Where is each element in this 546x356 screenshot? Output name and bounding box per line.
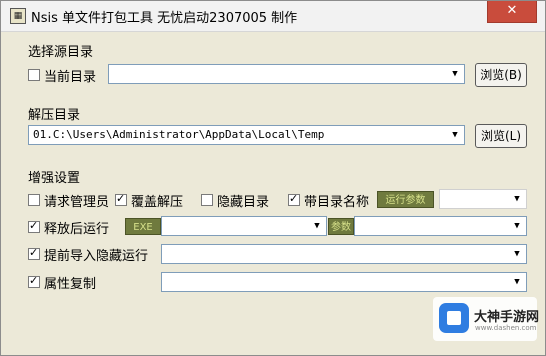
current-dir-checkbox[interactable] xyxy=(28,69,40,81)
preimport-checkbox[interactable] xyxy=(28,246,40,260)
preimport-combo[interactable]: ▼ xyxy=(161,244,527,264)
main-window: ▦ Nsis 单文件打包工具 无忧启动2307005 制作 ✕ 选择源目录 当前… xyxy=(0,0,546,356)
browse-source-button[interactable]: 浏览(B) xyxy=(475,63,527,87)
window-title: Nsis 单文件打包工具 无忧启动2307005 制作 xyxy=(31,11,298,26)
browse-extract-button[interactable]: 浏览(L) xyxy=(475,124,527,148)
app-icon: ▦ xyxy=(10,8,26,24)
source-dir-combo[interactable]: ▼ xyxy=(108,64,465,84)
attr-copy-combo[interactable]: ▼ xyxy=(161,272,527,292)
chevron-down-icon[interactable]: ▼ xyxy=(510,275,524,289)
request-admin-label: 请求管理员 xyxy=(44,195,110,210)
chevron-down-icon[interactable]: ▼ xyxy=(510,219,524,233)
watermark-logo-icon xyxy=(439,303,469,333)
chevron-down-icon[interactable]: ▼ xyxy=(510,247,524,261)
chevron-down-icon[interactable]: ▼ xyxy=(510,192,524,206)
run-after-label: 释放后运行 xyxy=(44,222,110,237)
chevron-down-icon[interactable]: ▼ xyxy=(448,128,462,142)
close-button[interactable]: ✕ xyxy=(487,1,537,23)
run-params-tag: 运行参数 xyxy=(377,191,434,208)
exe-combo[interactable]: ▼ xyxy=(161,216,327,236)
chevron-down-icon[interactable]: ▼ xyxy=(310,219,324,233)
exe-tag: EXE xyxy=(125,218,161,235)
source-group-label: 选择源目录 xyxy=(28,45,94,60)
attr-copy-checkbox[interactable] xyxy=(28,274,40,288)
request-admin-checkbox[interactable] xyxy=(28,194,40,206)
overwrite-checkbox[interactable] xyxy=(115,192,127,206)
overwrite-label: 覆盖解压 xyxy=(131,195,184,210)
preimport-label: 提前导入隐藏运行 xyxy=(44,249,149,264)
site-watermark: 大神手游网 www.dashen.com xyxy=(433,297,540,341)
extract-dir-combo[interactable]: 01.C:\Users\Administrator\AppData\Local\… xyxy=(28,125,465,145)
with-dirname-label: 带目录名称 xyxy=(304,195,370,210)
watermark-subtitle: www.dashen.com xyxy=(475,324,537,332)
extract-group-label: 解压目录 xyxy=(28,108,81,123)
hide-dir-checkbox[interactable] xyxy=(201,194,213,206)
extract-dir-value: 01.C:\Users\Administrator\AppData\Local\… xyxy=(33,128,325,141)
run-params-combo[interactable]: ▼ xyxy=(439,189,527,209)
current-dir-label: 当前目录 xyxy=(44,70,97,85)
hide-dir-label: 隐藏目录 xyxy=(217,195,270,210)
attr-copy-label: 属性复制 xyxy=(44,277,97,292)
title-bar: ▦ Nsis 单文件打包工具 无忧启动2307005 制作 ✕ xyxy=(1,1,545,32)
run-after-checkbox[interactable] xyxy=(28,219,40,233)
param-tag: 参数 xyxy=(328,218,354,235)
enhance-group-label: 增强设置 xyxy=(28,171,81,186)
with-dirname-checkbox[interactable] xyxy=(288,192,300,206)
chevron-down-icon[interactable]: ▼ xyxy=(448,67,462,81)
watermark-title: 大神手游网 xyxy=(474,310,540,325)
param-combo[interactable]: ▼ xyxy=(354,216,527,236)
